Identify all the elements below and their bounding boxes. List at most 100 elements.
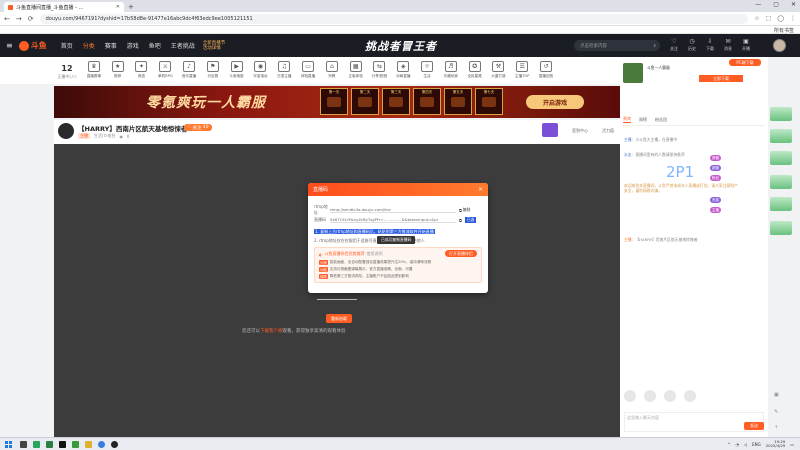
tab-weekly[interactable]: 周榜	[639, 117, 647, 123]
message-button[interactable]: ✉ 消息	[724, 38, 732, 52]
vitality[interactable]: 活力值	[602, 128, 614, 133]
game-promo-card[interactable]: 斗鱼一人霸服 PC端下载 立即下载	[623, 59, 765, 84]
checkin-center[interactable]: 签到中心	[572, 128, 588, 133]
category-item[interactable]: ◉ 宇宙电台	[249, 61, 273, 79]
minimize-icon[interactable]: —	[755, 1, 761, 8]
tab-vip[interactable]: 贵宾	[623, 116, 631, 123]
app-icon[interactable]	[111, 440, 118, 448]
nav-events[interactable]: 赛事	[105, 41, 117, 50]
gift-icon[interactable]	[644, 390, 656, 402]
usage-link[interactable]: 使用说明	[367, 251, 383, 257]
maximize-icon[interactable]: ▢	[773, 1, 779, 8]
category-item[interactable]: ↺ 直播回放	[534, 61, 558, 79]
close-window-icon[interactable]: ✕	[791, 1, 796, 8]
copy-key-button[interactable]: ⧉	[459, 218, 462, 223]
send-chat-button[interactable]: 发送	[744, 422, 764, 430]
rail-ad[interactable]	[770, 107, 792, 121]
rail-ad[interactable]	[770, 197, 792, 211]
search-input[interactable]: 点击检索内容 ⌕	[574, 40, 660, 51]
gift-icon[interactable]	[664, 390, 676, 402]
nav-home[interactable]: 首页	[61, 41, 73, 50]
user-avatar[interactable]	[773, 39, 786, 52]
browser-tab[interactable]: 斗鱼直播间直播_斗鱼直播 - ... ✕	[4, 2, 124, 12]
category-item[interactable]: ☰ 主播TOP	[510, 61, 534, 79]
notification-icon[interactable]: ▭	[790, 442, 794, 447]
gift-icon[interactable]	[624, 390, 636, 402]
copy-rtmp-button[interactable]: ⧉ 复制	[459, 207, 470, 213]
follow-streamer-button[interactable]: ♡ 关注 40	[184, 124, 212, 131]
download-client-link[interactable]: 下载客户端	[260, 329, 283, 334]
chat-input[interactable]: 这里输入聊天内容	[624, 412, 764, 432]
category-item[interactable]: ◈ 对局直播	[391, 61, 415, 79]
rail-ad[interactable]	[770, 175, 792, 189]
back-icon[interactable]: ←	[4, 15, 10, 23]
follow-button[interactable]: ♡ 关注	[670, 38, 678, 52]
all-bookmarks[interactable]: 所有书签	[774, 27, 794, 34]
go-live-button[interactable]: ▣ 开播	[742, 38, 750, 52]
stream-key-field[interactable]: 9467191rMcvyZcBy7sgPFr=...............&&…	[330, 217, 456, 223]
back-to-top-icon[interactable]: ⇡	[774, 425, 778, 431]
url-input[interactable]: douyu.com/9467191?dyshid=17b58d8e-91477e…	[39, 13, 749, 24]
open-companion-button[interactable]: 打开直播伴侣	[445, 250, 477, 257]
category-item[interactable]: ⚑ 分区赛	[201, 61, 225, 79]
rail-ad[interactable]	[770, 151, 792, 165]
category-item[interactable]: ⚔ 单机RPG	[153, 61, 177, 79]
nav-games[interactable]: 游戏	[127, 41, 139, 50]
header-banner-title[interactable]: 挑战者冒王者	[365, 38, 437, 54]
tab-fans[interactable]: 粉丝团	[655, 117, 667, 123]
search-icon[interactable]: ⌕	[653, 43, 656, 49]
new-tab-icon[interactable]: +	[128, 3, 134, 11]
category-item[interactable]: ⇆ 分享/配音	[368, 61, 392, 79]
banner-start-button[interactable]: 开启游戏	[526, 95, 584, 109]
menu-icon[interactable]: ⋮	[790, 15, 796, 22]
streamer-avatar[interactable]	[58, 123, 74, 139]
rail-ad[interactable]	[770, 129, 792, 143]
volume-icon[interactable]: ◁	[744, 442, 747, 447]
windows-start-icon[interactable]	[5, 440, 12, 448]
pc-download-button[interactable]: PC端下载	[729, 59, 761, 66]
category-item[interactable]: ♛ 直播赛事	[82, 61, 106, 79]
site-logo[interactable]: 斗鱼	[18, 40, 47, 51]
category-item[interactable]: ♫ 日语主播	[272, 61, 296, 79]
rtmp-address-field[interactable]: rtmp://sendtc3a.douyu.com/live	[330, 207, 456, 213]
key-selected-button[interactable]: 已选	[464, 217, 477, 223]
chrome-icon[interactable]	[98, 440, 105, 448]
close-dialog-icon[interactable]: ×	[478, 186, 483, 193]
header-promo[interactable]: 全新直播节 活动详情	[203, 41, 226, 51]
history-button[interactable]: ◷ 历史	[688, 38, 696, 52]
app-icon[interactable]	[59, 440, 66, 448]
feedback-icon[interactable]: ✎	[774, 409, 778, 415]
download-now-button[interactable]: 立即下载	[699, 75, 743, 82]
promo-banner[interactable]: 零氪爽玩一人霸服 第一天 第二天 第三天 第四天 第五天 第七天 开启游戏	[54, 86, 620, 118]
download-button[interactable]: ⇩ 下载	[706, 38, 714, 52]
category-item[interactable]: ✦ 竞技	[130, 61, 154, 79]
reload-icon[interactable]: ⟳	[28, 15, 34, 23]
nav-category[interactable]: 分类	[83, 41, 95, 50]
rail-ad[interactable]	[770, 221, 792, 235]
category-item[interactable]: ▶ 斗鱼电影	[225, 61, 249, 79]
category-item[interactable]: ▦ 正版体验	[344, 61, 368, 79]
category-item[interactable]: ▭ 体验直播	[296, 61, 320, 79]
star-icon[interactable]: ☆	[754, 15, 759, 22]
nav-challenge[interactable]: 王者挑战	[171, 41, 195, 50]
app-icon[interactable]	[72, 440, 79, 448]
gift-icon[interactable]	[684, 390, 696, 402]
category-item[interactable]: ♪ 音乐直播	[177, 61, 201, 79]
file-explorer-icon[interactable]	[85, 440, 92, 448]
toolbox-icon[interactable]: ▣	[774, 392, 779, 398]
hamburger-icon[interactable]: ≡	[6, 41, 13, 50]
input-language[interactable]: ENG	[752, 442, 761, 447]
nav-yuba[interactable]: 鱼吧	[149, 41, 161, 50]
category-item[interactable]: ☼ 生活	[415, 61, 439, 79]
category-item[interactable]: ★ 推荐	[106, 61, 130, 79]
gift-pack-icon[interactable]	[542, 123, 558, 137]
category-item[interactable]: ⚒ 大唐打造	[487, 61, 511, 79]
tray-up-icon[interactable]: ^	[727, 442, 730, 447]
task-view-icon[interactable]	[20, 440, 27, 448]
category-item[interactable]: ✪ 全民星推	[463, 61, 487, 79]
reload-stream-button[interactable]: 重新加载	[326, 314, 352, 323]
profile-icon[interactable]: ◯	[777, 15, 784, 22]
extension-icon[interactable]: ⬚	[766, 15, 772, 22]
category-item[interactable]: ♬ 乐器玩家	[439, 61, 463, 79]
app-icon[interactable]	[33, 440, 40, 448]
